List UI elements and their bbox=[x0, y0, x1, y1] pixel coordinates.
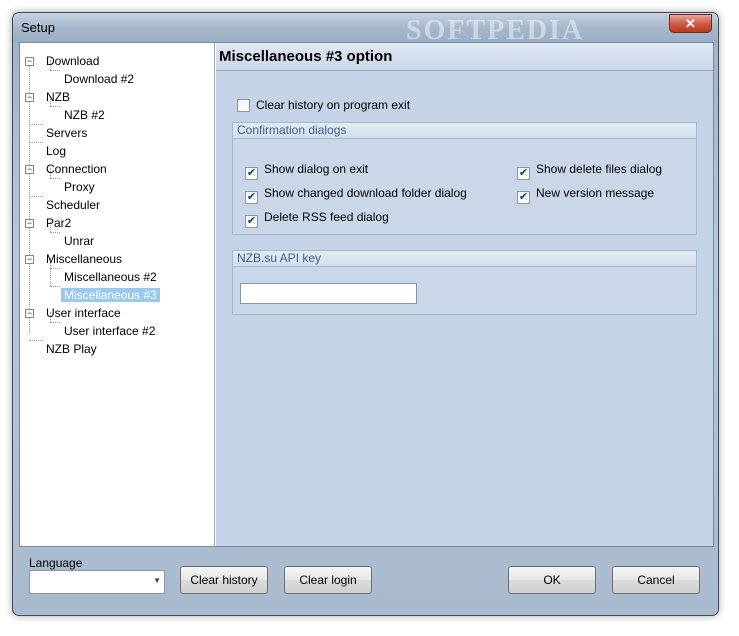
options-panel: Miscellaneous #3 option Clear history on… bbox=[216, 43, 713, 546]
show-dialog-on-exit-checkbox[interactable]: ✔ Show dialog on exit bbox=[245, 161, 369, 180]
dropdown-arrow-icon[interactable]: ▼ bbox=[153, 576, 161, 585]
window-title: Setup bbox=[21, 20, 55, 35]
tree-item-scheduler[interactable]: Scheduler bbox=[43, 196, 103, 214]
tree-item-label: Connection bbox=[46, 162, 107, 176]
tree-item-label: Proxy bbox=[64, 180, 95, 194]
group-title: Confirmation dialogs bbox=[233, 123, 696, 139]
checkmark-icon: ✔ bbox=[245, 167, 258, 180]
tree-item-miscellaneous[interactable]: Miscellaneous bbox=[43, 250, 125, 268]
delete-rss-feed-checkbox[interactable]: ✔ Delete RSS feed dialog bbox=[245, 209, 389, 228]
checkbox-label: Show changed download folder dialog bbox=[264, 186, 467, 200]
tree-item-nzb[interactable]: NZB bbox=[43, 88, 73, 106]
tree-item-proxy[interactable]: Proxy bbox=[61, 178, 98, 196]
close-button[interactable]: ✕ bbox=[669, 14, 712, 33]
show-changed-download-folder-checkbox[interactable]: ✔ Show changed download folder dialog bbox=[245, 185, 467, 204]
tree-item-unrar[interactable]: Unrar bbox=[61, 232, 97, 250]
tree-item-miscellaneous-3[interactable]: Miscellaneous #3 bbox=[61, 286, 160, 304]
settings-tree[interactable]: − − − − − − Download Download #2 NZB NZB… bbox=[20, 43, 215, 546]
bottom-bar: Language ▼ Clear history Clear login OK … bbox=[19, 547, 714, 613]
tree-item-label: NZB bbox=[46, 90, 70, 104]
language-select[interactable]: ▼ bbox=[29, 570, 165, 594]
tree-item-nzb-play[interactable]: NZB Play bbox=[43, 340, 100, 358]
checkbox-label: Show delete files dialog bbox=[536, 162, 663, 176]
checkmark-icon: ✔ bbox=[245, 215, 258, 228]
title-bar[interactable]: Setup SOFTPEDIA ✕ bbox=[13, 13, 718, 46]
checkmark-icon: ✔ bbox=[245, 191, 258, 204]
checkmark-icon: ✔ bbox=[517, 167, 530, 180]
collapse-connection-icon[interactable]: − bbox=[25, 165, 34, 174]
tree-item-label: User interface #2 bbox=[64, 324, 156, 338]
tree-item-label: Miscellaneous bbox=[46, 252, 123, 266]
tree-item-connection[interactable]: Connection bbox=[43, 160, 110, 178]
tree-item-user-interface[interactable]: User interface bbox=[43, 304, 124, 322]
collapse-par2-icon[interactable]: − bbox=[25, 219, 34, 228]
collapse-miscellaneous-icon[interactable]: − bbox=[25, 255, 34, 264]
tree-item-label: Miscellaneous #3 bbox=[61, 288, 160, 302]
tree-item-miscellaneous-2[interactable]: Miscellaneous #2 bbox=[61, 268, 160, 286]
setup-window: Setup SOFTPEDIA ✕ − − − − − − Download D… bbox=[12, 12, 719, 616]
clear-login-button[interactable]: Clear login bbox=[284, 566, 372, 594]
tree-item-label: NZB #2 bbox=[64, 108, 105, 122]
tree-item-download-2[interactable]: Download #2 bbox=[61, 70, 137, 88]
clear-history-button[interactable]: Clear history bbox=[180, 566, 268, 594]
checkbox-label: Delete RSS feed dialog bbox=[264, 210, 389, 224]
tree-item-download[interactable]: Download bbox=[43, 52, 102, 70]
checkmark-icon: ✔ bbox=[517, 191, 530, 204]
checkbox-label: Clear history on program exit bbox=[256, 98, 411, 112]
tree-item-label: Par2 bbox=[46, 216, 72, 230]
language-label: Language bbox=[29, 556, 83, 570]
page-title: Miscellaneous #3 option bbox=[219, 48, 393, 65]
tree-item-log[interactable]: Log bbox=[43, 142, 69, 160]
tree-item-par2[interactable]: Par2 bbox=[43, 214, 74, 232]
collapse-nzb-icon[interactable]: − bbox=[25, 93, 34, 102]
tree-item-user-interface-2[interactable]: User interface #2 bbox=[61, 322, 158, 340]
tree-item-label: Unrar bbox=[64, 234, 95, 248]
cancel-button[interactable]: Cancel bbox=[612, 566, 700, 594]
tree-item-label: User interface bbox=[46, 306, 121, 320]
checkbox-label: Show dialog on exit bbox=[264, 162, 369, 176]
checkbox-icon bbox=[237, 99, 250, 112]
new-version-message-checkbox[interactable]: ✔ New version message bbox=[517, 185, 655, 204]
ok-button[interactable]: OK bbox=[508, 566, 596, 594]
tree-item-label: Download bbox=[46, 54, 100, 68]
api-key-input[interactable] bbox=[240, 283, 417, 304]
client-area: − − − − − − Download Download #2 NZB NZB… bbox=[19, 42, 714, 547]
close-icon: ✕ bbox=[685, 16, 696, 31]
collapse-user-interface-icon[interactable]: − bbox=[25, 309, 34, 318]
tree-item-label: Servers bbox=[46, 126, 88, 140]
collapse-download-icon[interactable]: − bbox=[25, 57, 34, 66]
tree-item-label: Miscellaneous #2 bbox=[64, 270, 157, 284]
tree-item-nzb-2[interactable]: NZB #2 bbox=[61, 106, 108, 124]
tree-item-label: Scheduler bbox=[46, 198, 101, 212]
tree-item-label: Download #2 bbox=[64, 72, 135, 86]
show-delete-files-checkbox[interactable]: ✔ Show delete files dialog bbox=[517, 161, 663, 180]
clear-history-on-exit-checkbox[interactable]: Clear history on program exit bbox=[237, 97, 410, 113]
tree-item-label: Log bbox=[46, 144, 67, 158]
checkbox-label: New version message bbox=[536, 186, 655, 200]
group-title: NZB.su API key bbox=[233, 251, 696, 267]
panel-header: Miscellaneous #3 option bbox=[216, 43, 713, 71]
tree-item-servers[interactable]: Servers bbox=[43, 124, 90, 142]
tree-item-label: NZB Play bbox=[46, 342, 97, 356]
